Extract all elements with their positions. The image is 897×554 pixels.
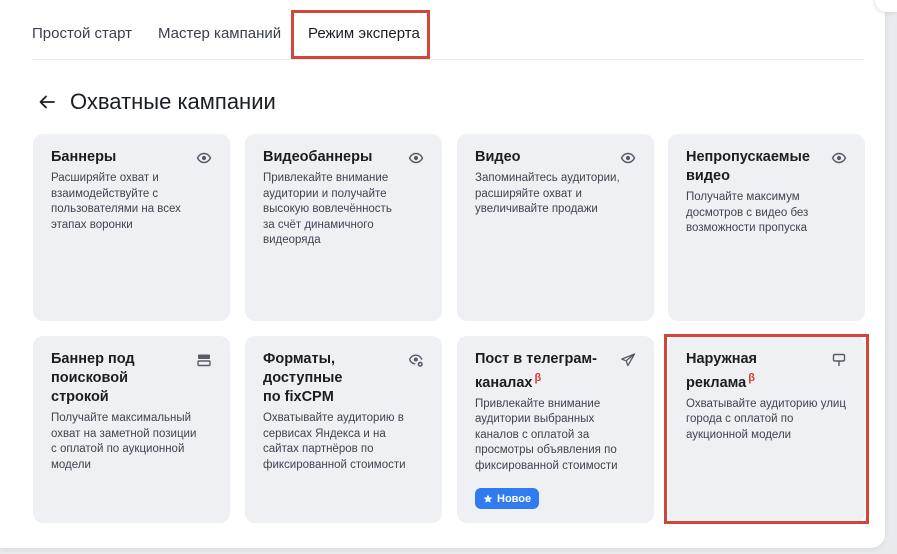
- card-telegram-post[interactable]: Пост в телеграм-каналах β Привлекайте вни…: [457, 336, 654, 523]
- card-title: Видео: [475, 149, 521, 165]
- card-title: Баннер под поисковой строкой: [51, 351, 135, 405]
- tab-simple-start[interactable]: Простой старт: [32, 25, 132, 42]
- card-outdoor-ads[interactable]: Наружная реклама β Охватывайте аудиторию …: [668, 336, 865, 523]
- card-unskippable-video[interactable]: Непропускаемые видео Получайте максимум …: [668, 134, 865, 321]
- card-title-text: Пост в телеграм-каналах: [475, 351, 597, 391]
- eye-icon: [620, 152, 636, 164]
- telegram-icon: [621, 353, 636, 367]
- new-badge: Новое: [475, 488, 540, 509]
- card-banners[interactable]: Баннеры Расширяйте охват и взаимодейству…: [33, 134, 230, 321]
- card-title: Непропускаемые видео: [686, 149, 810, 184]
- billboard-icon: [832, 353, 846, 366]
- mode-tabs: Простой старт Мастер кампаний Режим эксп…: [32, 0, 864, 60]
- section-heading: Охватные кампании: [38, 88, 276, 116]
- card-description: Охватывайте аудиторию улиц города с опла…: [686, 397, 846, 441]
- card-video-banners[interactable]: Видеобаннеры Привлекайте внимание аудито…: [245, 134, 442, 321]
- eye-icon: [408, 152, 424, 164]
- expert-mode-highlight: [291, 10, 430, 59]
- card-description: Привлекайте внимание аудитории и получай…: [263, 172, 392, 246]
- card-description: Привлекайте внимание аудитории выбранных…: [475, 397, 618, 472]
- eye-gear-icon: [408, 354, 423, 367]
- card-description: Получайте максимум досмотров с видео без…: [686, 191, 809, 234]
- search-banner-icon: [197, 354, 211, 367]
- eye-icon: [831, 152, 847, 164]
- beta-mark: β: [534, 372, 542, 384]
- tab-campaign-master[interactable]: Мастер кампаний: [158, 25, 281, 42]
- card-search-banner[interactable]: Баннер под поисковой строкой Получайте м…: [33, 336, 230, 523]
- card-description: Расширяйте охват и взаимодействуйте с по…: [51, 172, 181, 231]
- card-title-text: Наружная реклама: [686, 351, 758, 391]
- card-title: Форматы, доступные по fixCPM: [263, 351, 343, 405]
- campaign-type-panel: Простой старт Мастер кампаний Режим эксп…: [0, 0, 885, 548]
- beta-mark: β: [748, 372, 755, 384]
- card-title: Пост в телеграм-каналах β: [475, 350, 615, 393]
- section-title: Охватные кампании: [70, 89, 276, 114]
- card-title: Видеобаннеры: [263, 149, 373, 165]
- card-description: Охватывайте аудиторию в сервисах Яндекса…: [263, 412, 406, 471]
- card-description: Получайте максимальный охват на заметной…: [51, 412, 197, 471]
- card-description: Запоминайтесь аудитории, расширяйте охва…: [475, 172, 620, 215]
- card-title: Баннеры: [51, 149, 117, 165]
- card-fixcpm-formats[interactable]: Форматы, доступные по fixCPM Охватывайте…: [245, 336, 442, 523]
- card-title: Наружная реклама β: [686, 350, 786, 393]
- new-badge-label: Новое: [497, 492, 532, 505]
- eye-icon: [196, 152, 212, 164]
- star-icon: [483, 494, 493, 503]
- card-video[interactable]: Видео Запоминайтесь аудитории, расширяйт…: [457, 134, 654, 321]
- back-arrow-icon[interactable]: [38, 93, 56, 111]
